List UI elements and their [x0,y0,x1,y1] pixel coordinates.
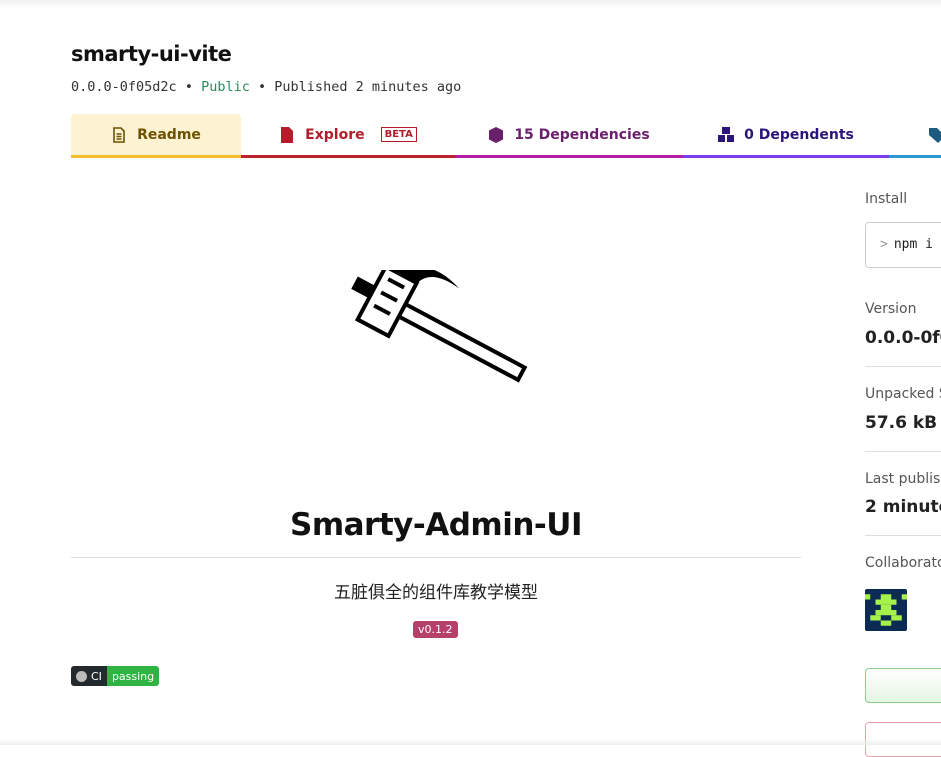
visibility: Public [201,79,250,95]
sep: • [184,79,193,95]
tab-label: Explore [305,126,365,143]
tab-dependents[interactable]: 0 Dependents [683,114,889,158]
tab-dependencies[interactable]: 15 Dependencies [455,114,683,158]
size-value: 57.6 kB [865,413,938,433]
divider [865,366,941,367]
size-label: Unpacked S [865,386,941,402]
file-zip-icon [281,126,294,143]
collaborator-avatar[interactable] [865,589,907,631]
green-action-button[interactable] [865,668,941,703]
last-publish-value: 2 minute [865,497,941,517]
last-publish-label: Last publish [865,471,941,487]
collaborators-label: Collaborato [865,555,941,571]
version-label: Version [865,301,917,317]
install-command[interactable]: > npm i [865,222,941,268]
tab-label: 0 Dependents [744,126,854,143]
beta-badge: BETA [380,127,417,142]
tab-versions[interactable] [889,114,941,158]
bottom-shadow [0,739,941,745]
sep: • [258,79,267,95]
package-meta: 0.0.0-0f05d2c • Public • Published 2 min… [71,79,461,95]
install-label: Install [865,191,908,207]
prompt-icon: > [880,237,888,252]
package-title: smarty-ui-vite [71,42,232,66]
hammer-logo [351,270,528,383]
box-icon [489,126,504,143]
version-badge: v0.1.2 [413,621,458,638]
file-text-icon [113,126,125,143]
tab-explore[interactable]: Explore BETA [241,114,455,158]
package-version: 0.0.0-0f05d2c [71,79,177,95]
package-tabs: Readme Explore BETA 15 Dependencies 0 Dep… [71,114,941,158]
ci-text: CI [91,669,102,683]
tab-label: 15 Dependencies [514,126,650,143]
readme-subtitle: 五脏俱全的组件库教学模型 [334,583,538,603]
tab-readme[interactable]: Readme [71,114,241,158]
version-value: 0.0.0-0f0 [865,328,941,348]
divider [865,535,941,536]
top-shadow [0,0,941,8]
readme-heading: Smarty-Admin-UI [71,507,801,558]
divider [865,451,941,452]
github-icon [76,670,87,682]
ci-status: passing [106,666,160,686]
install-text: npm i [893,237,933,252]
ci-badge[interactable]: CI passing [71,666,160,686]
published: Published 2 minutes ago [274,79,462,95]
tag-icon [929,127,941,143]
boxes-icon [718,126,735,142]
tab-label: Readme [137,126,201,143]
ci-label: CI [71,666,107,686]
